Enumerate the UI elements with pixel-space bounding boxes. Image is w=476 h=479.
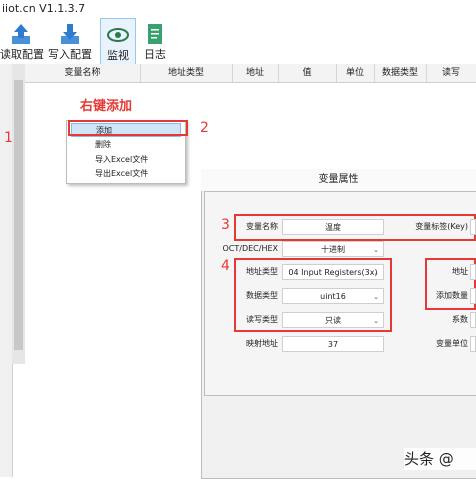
data-type-select[interactable]: uint16 ⌄	[282, 288, 384, 304]
monitor-label: 监视	[107, 49, 129, 62]
watermark: 头条 @	[404, 448, 476, 470]
address-field[interactable]	[470, 264, 476, 280]
addr-type-value: 04 Input Registers(3x)	[288, 268, 378, 277]
monitor-button[interactable]: 监视	[100, 18, 136, 66]
column-header[interactable]: 数据类型	[374, 64, 427, 82]
unit-field[interactable]	[470, 336, 476, 352]
menu-item-import-excel[interactable]: 导入Excel文件	[71, 153, 181, 167]
var-name-field[interactable]: 温度	[282, 219, 384, 235]
document-icon	[148, 24, 162, 44]
format-select[interactable]: 十进制 ⌄	[282, 241, 384, 257]
upload-icon	[12, 24, 30, 44]
annotation-1: 1	[4, 130, 13, 146]
annotation-4: 4	[221, 258, 230, 274]
write-config-button[interactable]: 写入配置	[46, 18, 94, 64]
scrollbar-thumb[interactable]	[14, 80, 23, 350]
chevron-down-icon: ⌄	[373, 293, 379, 301]
column-header[interactable]: 地址类型	[140, 64, 233, 82]
chevron-down-icon: ⌄	[373, 269, 379, 277]
map-addr-field[interactable]: 37	[282, 336, 384, 352]
read-config-button[interactable]: 读取配置	[0, 18, 44, 64]
column-header[interactable]: 地址	[232, 64, 279, 82]
variable-table-header: 变量名称 地址类型 地址 值 单位 数据类型 读写	[25, 64, 476, 83]
var-tag-field[interactable]	[470, 219, 476, 235]
factor-label: 系数	[452, 315, 468, 324]
right-click-add-annotation: 右键添加	[80, 99, 133, 114]
window-title: iiot.cn V1.1.3.7	[0, 0, 476, 18]
annotation-2: 2	[200, 120, 209, 136]
menu-item-delete[interactable]: 删除	[71, 138, 181, 152]
menu-item-export-excel[interactable]: 导出Excel文件	[71, 167, 181, 181]
data-type-label: 数据类型	[246, 291, 278, 300]
annotation-3: 3	[221, 217, 230, 233]
add-count-field[interactable]	[470, 288, 476, 304]
factor-field[interactable]	[470, 312, 476, 328]
write-config-label: 写入配置	[48, 48, 92, 61]
unit-label: 变量单位	[436, 339, 468, 348]
chevron-down-icon: ⌄	[373, 317, 379, 325]
log-label: 日志	[144, 48, 166, 61]
addr-type-select[interactable]: 04 Input Registers(3x) ⌄	[282, 264, 384, 280]
column-header[interactable]: 值	[278, 64, 337, 82]
chevron-down-icon: ⌄	[373, 246, 379, 254]
address-label: 地址	[452, 267, 468, 276]
toolbar: 读取配置 写入配置 监视 日志	[0, 18, 476, 66]
column-header[interactable]: 读写	[426, 64, 476, 82]
log-button[interactable]: 日志	[140, 18, 170, 64]
rw-type-select[interactable]: 只读 ⌄	[282, 312, 384, 328]
highlight-add	[68, 120, 188, 136]
format-value: 十进制	[321, 245, 345, 254]
rw-type-label: 读写类型	[246, 315, 278, 324]
add-count-label: 添加数量	[436, 291, 468, 300]
var-name-label: 变量名称	[246, 222, 278, 231]
read-config-label: 读取配置	[0, 48, 44, 61]
eye-icon	[107, 28, 129, 42]
column-header[interactable]: 单位	[336, 64, 375, 82]
column-header[interactable]: 变量名称	[25, 64, 141, 82]
dialog-title: 变量属性	[201, 169, 476, 191]
data-type-value: uint16	[320, 292, 346, 301]
rw-type-value: 只读	[325, 316, 341, 325]
addr-type-label: 地址类型	[246, 267, 278, 276]
var-tag-label: 变量标签(Key)	[415, 222, 468, 231]
format-label: OCT/DEC/HEX	[222, 244, 278, 253]
map-addr-label: 映射地址	[246, 339, 278, 348]
download-icon	[61, 24, 79, 44]
